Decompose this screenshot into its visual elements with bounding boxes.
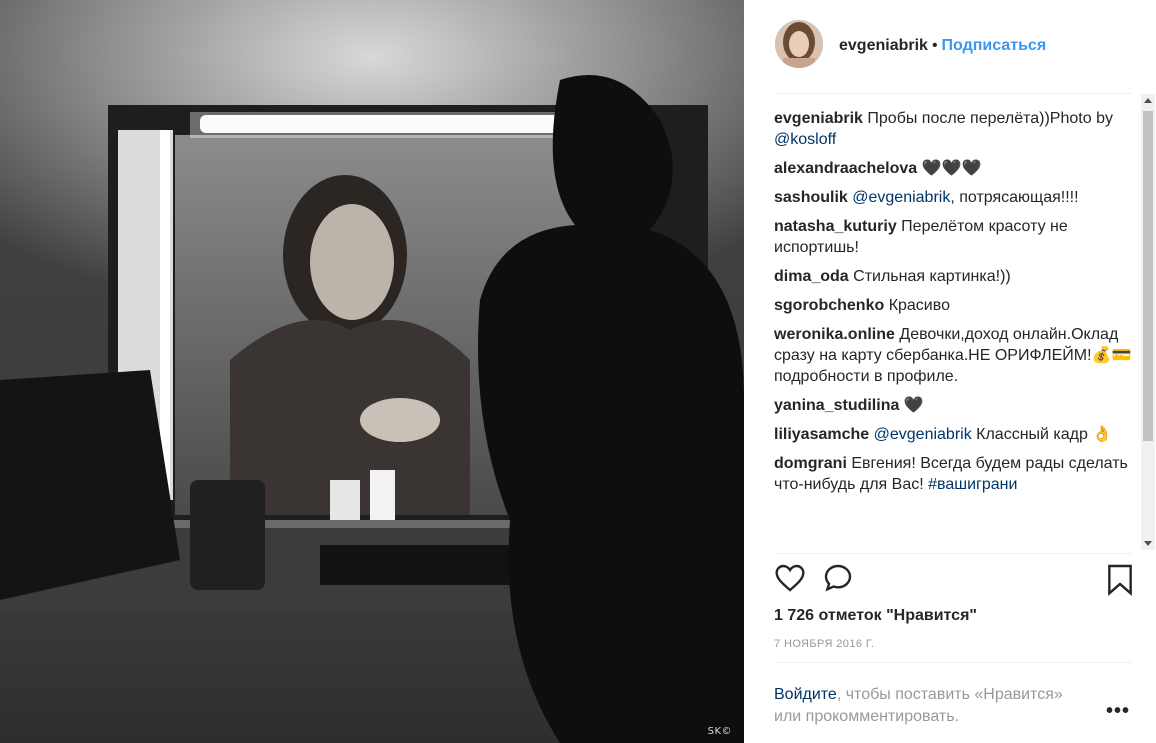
header-line: evgeniabrik • Подписаться	[839, 37, 1046, 55]
comment-username[interactable]: sashoulik	[774, 189, 848, 206]
comment-text: Классный кадр 👌	[971, 426, 1113, 443]
likes-count[interactable]: 1 726 отметок "Нравится"	[774, 607, 977, 625]
follow-button[interactable]: Подписаться	[942, 37, 1047, 54]
comment-item: liliyasamche @evgeniabrik Классный кадр …	[774, 424, 1136, 445]
comment-text: 🖤🖤🖤	[921, 160, 982, 177]
comment-item: sgorobchenko Красиво	[774, 295, 1136, 316]
bookmark-icon[interactable]	[1106, 564, 1134, 601]
comment-item: yanina_studilina 🖤	[774, 395, 1136, 416]
post-photo[interactable]: SK©	[0, 0, 744, 743]
comment-item: evgeniabrik Пробы после перелёта))Photo …	[774, 108, 1136, 150]
author-avatar[interactable]	[775, 20, 823, 68]
scroll-up-arrow-icon[interactable]	[1144, 98, 1152, 103]
comment-username[interactable]: yanina_studilina	[774, 397, 899, 414]
comments-scrollbar[interactable]	[1141, 94, 1155, 550]
comment-username[interactable]: weronika.online	[774, 326, 895, 343]
comment-mention-link[interactable]: @evgeniabrik	[874, 426, 972, 443]
comment-item: domgrani Евгения! Всегда будем рады сдел…	[774, 453, 1136, 495]
comments-divider	[774, 553, 1132, 554]
author-username[interactable]: evgeniabrik	[839, 37, 928, 54]
post-date: 7 НОЯБРЯ 2016 Г.	[774, 638, 875, 650]
comment-text: Красиво	[888, 297, 950, 314]
comment-username[interactable]: liliyasamche	[774, 426, 869, 443]
comment-username[interactable]: evgeniabrik	[774, 110, 863, 127]
comment-mention-link[interactable]: #вашиграни	[928, 476, 1017, 493]
comment-text: 🖤	[903, 397, 924, 414]
footer-divider	[774, 662, 1132, 663]
post-actions	[774, 562, 1134, 602]
login-link[interactable]: Войдите	[774, 686, 837, 703]
comment-mention-link[interactable]: @evgeniabrik	[852, 189, 950, 206]
comment-username[interactable]: natasha_kuturiy	[774, 218, 897, 235]
header-divider	[774, 93, 1132, 94]
comment-username[interactable]: dima_oda	[774, 268, 849, 285]
scroll-thumb[interactable]	[1143, 111, 1153, 441]
comment-mention-link[interactable]: @kosloff	[774, 131, 836, 148]
comment-username[interactable]: alexandraachelova	[774, 160, 917, 177]
photo-watermark: SK©	[707, 726, 732, 737]
photo-illustration	[0, 0, 744, 743]
heart-icon[interactable]	[774, 562, 806, 599]
comment-text: Стильная картинка!))	[853, 268, 1011, 285]
comment-item: alexandraachelova 🖤🖤🖤	[774, 158, 1136, 179]
comment-text: , потрясающая!!!!	[950, 189, 1079, 206]
comment-username[interactable]: domgrani	[774, 455, 847, 472]
comment-text: Пробы после перелёта))Photo by	[867, 110, 1113, 127]
post-header: evgeniabrik • Подписаться	[744, 0, 1156, 93]
separator-dot: •	[931, 37, 938, 54]
comments-list[interactable]: evgeniabrik Пробы после перелёта))Photo …	[774, 108, 1136, 552]
comment-item: natasha_kuturiy Перелётом красоту не исп…	[774, 216, 1136, 258]
comment-item: weronika.online Девочки,доход онлайн.Окл…	[774, 324, 1136, 387]
comment-item: sashoulik @evgeniabrik, потрясающая!!!!	[774, 187, 1136, 208]
scroll-down-arrow-icon[interactable]	[1144, 541, 1152, 546]
comment-username[interactable]: sgorobchenko	[774, 297, 884, 314]
login-prompt: Войдите, чтобы поставить «Нравится» или …	[774, 684, 1094, 728]
comment-item: dima_oda Стильная картинка!))	[774, 266, 1136, 287]
post-side-panel: evgeniabrik • Подписаться evgeniabrik Проб…	[744, 0, 1156, 743]
comment-bubble-icon[interactable]	[822, 562, 854, 599]
more-options-button[interactable]: •••	[1106, 700, 1130, 723]
